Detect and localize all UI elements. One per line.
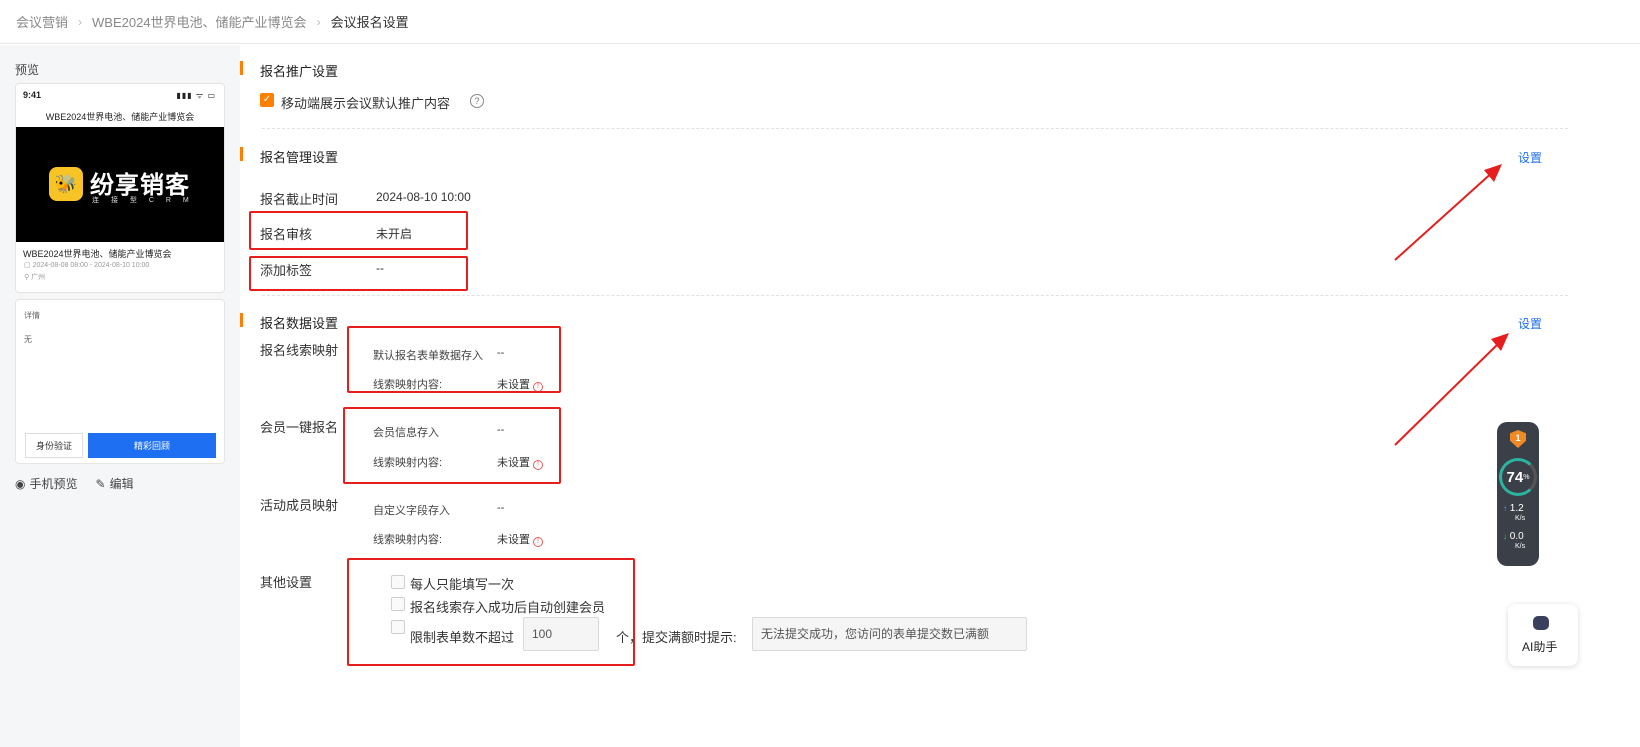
promo-checkbox[interactable]: ✓ [260, 93, 274, 107]
ai-helper-label: AI助手 [1522, 640, 1558, 654]
pencil-icon: ✎ [95, 477, 106, 491]
detail-label: 详情 [24, 311, 40, 320]
download-speed-unit: K/s [1515, 543, 1526, 550]
preview-panel: 预览 9:41 ▮▮▮ ᯤ ▭ WBE2024世界电池、储能产业博览会 🐝 纷享… [0, 45, 240, 747]
annotation-box [249, 211, 468, 250]
detail-value: 无 [24, 335, 32, 344]
annotation-box [347, 326, 561, 393]
other-settings-label: 其他设置 [260, 575, 313, 590]
shield-icon: 1 [1510, 430, 1526, 448]
warning-icon: ! [533, 537, 543, 547]
full-message-input[interactable]: 无法提交成功，您访问的表单提交数已满额 [752, 617, 1027, 651]
gauge-percent: 74 [1506, 468, 1524, 486]
annotation-box [343, 407, 561, 484]
event-card-time: ▢ 2024-08-08 08:00 - 2024-08-10 10:00 [24, 261, 149, 269]
member-mapping-content-label: 线索映射内容: [373, 534, 443, 546]
member-mapping-label: 活动成员映射 [260, 498, 339, 513]
logo-subtext: 连 接 型 C R M [92, 197, 194, 204]
event-card-location: ⚲ 广州 [24, 272, 45, 282]
calendar-icon: ▢ [24, 262, 33, 269]
arrow-up-right-icon [1394, 164, 1502, 261]
breadcrumb-item-current: 会议报名设置 [330, 15, 409, 30]
member-mapping-content-text: 未设置 [497, 534, 530, 546]
gauge-percent-sign: % [1523, 473, 1530, 481]
event-banner: 🐝 纷享销客 连 接 型 C R M [16, 127, 224, 242]
status-time: 9:41 [23, 90, 42, 100]
upload-speed: ↑ 1.2 K/s [1503, 504, 1525, 524]
member-mapping-item-label: 自定义字段存入 [373, 505, 450, 517]
section-accent-bar [240, 147, 243, 161]
edit-button[interactable]: ✎ 编辑 [96, 475, 134, 492]
member-mapping-content-value: 未设置! [497, 531, 543, 547]
lead-mapping-label: 报名线索映射 [260, 343, 339, 358]
mobile-preview-label: 手机预览 [29, 477, 78, 491]
breadcrumb: 会议营销 › WBE2024世界电池、储能产业博览会 › 会议报名设置 [0, 0, 1640, 44]
arrow-up-right-icon [1394, 333, 1509, 446]
mobile-preview-button[interactable]: ◉ 手机预览 [15, 475, 78, 492]
annotation-box [347, 558, 635, 666]
chevron-right-icon: › [316, 14, 321, 29]
breadcrumb-item-event[interactable]: WBE2024世界电池、储能产业博览会 [92, 12, 307, 31]
preview-label: 预览 [15, 63, 40, 77]
annotation-box [249, 256, 468, 291]
divider [262, 128, 1568, 129]
verify-button[interactable]: 身份验证 [25, 433, 83, 458]
member-signup-label: 会员一键报名 [260, 420, 339, 435]
divider [262, 295, 1568, 296]
deadline-label: 报名截止时间 [260, 192, 339, 207]
preview-actions: ◉ 手机预览 ✎ 编辑 [15, 475, 134, 492]
ai-helper-button[interactable]: AI助手 [1508, 604, 1578, 666]
robot-icon [1533, 616, 1549, 630]
upload-speed-value: 1.2 [1509, 503, 1524, 514]
section-accent-bar [240, 313, 243, 327]
eye-icon: ◉ [15, 477, 26, 491]
event-location-text: 广州 [31, 274, 46, 281]
download-speed-value: 0.0 [1509, 531, 1524, 542]
edit-label: 编辑 [109, 477, 134, 491]
promo-checkbox-label: 移动端展示会议默认推广内容 [281, 96, 451, 111]
section-title-manage: 报名管理设置 [260, 150, 339, 165]
network-speed-widget[interactable]: 1 74% ↑ 1.2 K/s ↓ 0.0 K/s [1497, 422, 1539, 566]
chevron-right-icon: › [78, 14, 83, 29]
section-title-promo: 报名推广设置 [260, 64, 339, 79]
cpu-gauge: 74% [1499, 458, 1537, 496]
data-setting-link[interactable]: 设置 [1518, 315, 1542, 332]
question-icon[interactable]: ? [470, 94, 484, 108]
phone-preview-top: 9:41 ▮▮▮ ᯤ ▭ WBE2024世界电池、储能产业博览会 🐝 纷享销客 … [15, 83, 225, 293]
phone-title: WBE2024世界电池、储能产业博览会 [45, 112, 195, 122]
event-time-text: 2024-08-08 08:00 - 2024-08-10 10:00 [32, 262, 150, 269]
manage-setting-link[interactable]: 设置 [1518, 149, 1542, 166]
event-card-title: WBE2024世界电池、储能产业博览会 [23, 249, 172, 259]
replay-button[interactable]: 精彩回顾 [88, 433, 216, 458]
upload-speed-unit: K/s [1515, 515, 1526, 522]
member-mapping-item-value: -- [497, 502, 505, 514]
annotation-arrows [1394, 164, 1509, 446]
section-accent-bar [240, 61, 243, 75]
phone-preview-detail: 详情 无 身份验证 精彩回顾 [15, 299, 225, 464]
logo-icon: 🐝 [49, 167, 83, 201]
signal-battery-icon: ▮▮▮ ᯤ ▭ [176, 91, 216, 100]
download-speed: ↓ 0.0 K/s [1503, 532, 1525, 552]
deadline-value: 2024-08-10 10:00 [376, 190, 471, 204]
section-title-data: 报名数据设置 [260, 316, 339, 331]
breadcrumb-item-marketing[interactable]: 会议营销 [16, 12, 68, 31]
arrow-down-icon: ↓ [1503, 532, 1507, 541]
arrow-up-icon: ↑ [1503, 504, 1507, 513]
